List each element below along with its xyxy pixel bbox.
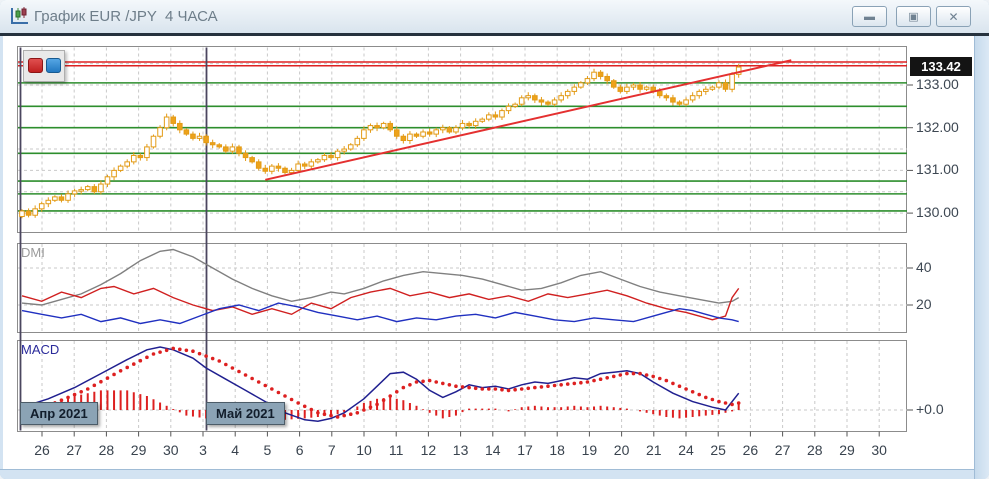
x-axis-label: 14 [485,442,501,458]
titlebar[interactable]: График EUR /JPY 4 ЧАСА ▬ ▣ ✕ [0,0,989,33]
x-axis-label: 25 [710,442,726,458]
x-axis-label: 24 [678,442,694,458]
x-axis-label: 30 [871,442,887,458]
price-axis-label: 132.00 [916,118,959,135]
x-axis-label: 6 [295,442,304,458]
window-frame-right[interactable] [974,36,989,479]
x-axis-label: 27 [774,442,791,458]
dmi-panel[interactable] [17,243,907,333]
chart-window: График EUR /JPY 4 ЧАСА ▬ ▣ ✕ DMI MACD 13… [0,0,989,479]
month-badge-april: Апр 2021 [20,402,98,425]
window-frame-left [0,36,3,479]
window-title: График EUR /JPY 4 ЧАСА [34,8,218,25]
x-axis-label: 10 [356,442,372,458]
dmi-axis-label: 20 [916,296,932,312]
x-axis-label: 19 [581,442,598,458]
x-axis-label: 20 [613,442,630,458]
x-axis-label: 5 [263,442,272,458]
titlebar-divider [0,33,989,36]
x-axis-label: 28 [98,442,115,458]
price-axis-label: 130.00 [916,204,959,221]
x-axis-label: 3 [199,442,207,458]
x-axis-label: 18 [549,442,565,458]
x-axis-label: 4 [231,442,240,458]
x-axis-label: 7 [327,442,336,458]
x-axis-label: 11 [388,442,404,458]
x-axis-label: 29 [130,442,147,458]
blue-square-button[interactable] [46,58,61,73]
macd-axis-label: +0.0 [916,401,944,417]
minimize-button[interactable]: ▬ [852,6,887,27]
x-axis-label: 21 [646,442,662,458]
dmi-indicator-label: DMI [21,245,45,260]
red-square-button[interactable] [28,58,43,73]
x-axis-label: 29 [839,442,855,458]
price-panel[interactable] [17,46,907,233]
macd-panel[interactable] [17,340,907,432]
dmi-axis-label: 40 [916,259,932,275]
macd-indicator-label: MACD [21,342,60,357]
window-frame-bottom[interactable] [0,469,989,479]
x-axis-label: 27 [66,442,82,458]
x-axis-label: 28 [807,442,823,458]
x-axis-label: 26 [34,442,50,458]
chart-toolbar [23,50,65,82]
candlestick-chart-icon [11,7,28,24]
last-price-badge: 133.42 [910,57,972,76]
maximize-button[interactable]: ▣ [896,6,931,27]
x-axis-label: 26 [742,442,759,458]
x-axis-label: 17 [517,442,533,458]
price-axis-label: 133.00 [916,76,959,92]
x-axis-label: 12 [420,442,437,458]
price-axis-label: 131.00 [916,161,959,178]
x-axis-label: 30 [163,442,179,458]
x-axis-label: 13 [452,442,469,458]
month-badge-may: Май 2021 [206,402,285,425]
close-button[interactable]: ✕ [936,6,971,27]
